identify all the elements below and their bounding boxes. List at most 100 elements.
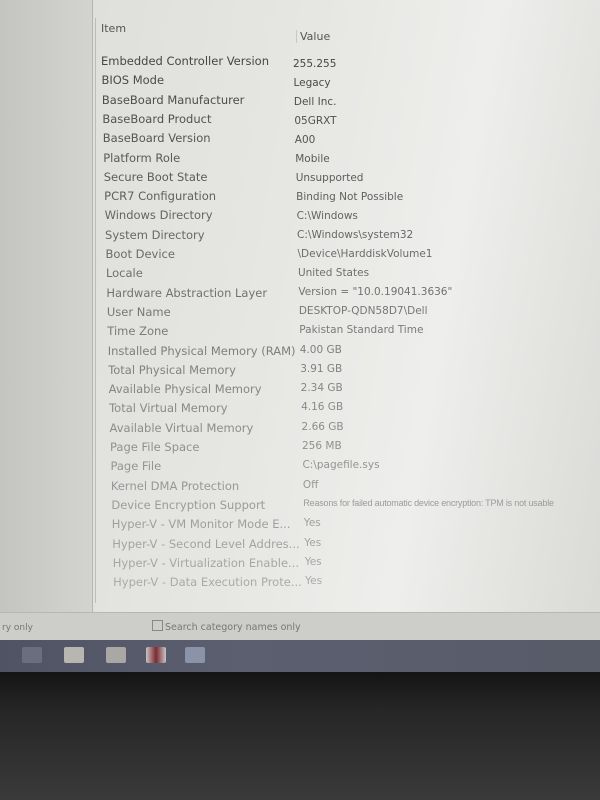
row-value: 05GRXT (294, 114, 337, 127)
table-row[interactable]: BaseBoard Version A00 (103, 131, 581, 149)
row-value: Yes (304, 555, 322, 568)
row-item: Hyper-V - VM Monitor Mode E... (111, 517, 291, 532)
row-item: Page File (110, 459, 162, 474)
table-row[interactable]: Kernel DMA Protection Off (111, 479, 589, 497)
row-item: BaseBoard Manufacturer (101, 92, 245, 107)
table-row[interactable]: BaseBoard Manufacturer Dell Inc. (102, 93, 580, 111)
table-row[interactable]: Hyper-V - Virtualization Enable... Yes (113, 556, 591, 574)
taskbar (0, 640, 600, 672)
row-value: Off (302, 478, 319, 491)
row-value: C:\Windows (296, 209, 358, 222)
row-value: Mobile (295, 153, 330, 165)
row-value: Dell Inc. (293, 95, 337, 108)
system-information-icon[interactable] (185, 647, 205, 663)
row-item: Time Zone (107, 324, 169, 339)
row-item: System Directory (105, 227, 205, 242)
row-value: United States (297, 266, 370, 279)
row-item: BaseBoard Version (102, 131, 211, 146)
details-list[interactable]: Item Value Embedded Controller Version 25… (95, 18, 600, 603)
column-header-item[interactable]: Item (101, 22, 126, 35)
row-item: Platform Role (103, 150, 181, 165)
row-item: Hyper-V - Second Level Addres... (112, 536, 300, 551)
row-item: Hyper-V - Data Execution Prote... (113, 575, 302, 590)
table-row[interactable]: Platform Role Mobile (103, 151, 581, 169)
row-item: Kernel DMA Protection (110, 478, 240, 493)
row-value: DESKTOP-QDN58D7\Dell (298, 304, 428, 317)
row-value: Reasons for failed automatic device encr… (303, 497, 554, 508)
row-value: Yes (304, 536, 322, 549)
column-header-value[interactable]: Value (296, 30, 330, 43)
search-icon[interactable] (22, 647, 42, 663)
row-item: Boot Device (105, 247, 175, 261)
search-category-names-checkbox[interactable]: Search category names only (152, 620, 301, 633)
table-row[interactable]: PCR7 Configuration Binding Not Possible (104, 189, 582, 207)
table-row[interactable]: Available Physical Memory 2.34 GB (109, 382, 587, 400)
laptop-bezel (0, 672, 600, 800)
table-row[interactable]: BIOS Mode Legacy (101, 73, 579, 91)
table-row[interactable]: Device Encryption Support Reasons for fai… (111, 498, 589, 516)
row-value: 3.91 GB (300, 362, 343, 375)
table-row[interactable]: Available Virtual Memory 2.66 GB (110, 421, 588, 439)
table-row[interactable]: Hyper-V - VM Monitor Mode E... Yes (112, 517, 590, 535)
row-value: 256 MB (302, 440, 342, 452)
photos-icon[interactable] (146, 647, 166, 663)
row-value: C:\Windows\system32 (297, 228, 414, 241)
table-row[interactable]: Total Virtual Memory 4.16 GB (109, 401, 587, 419)
row-item: Embedded Controller Version (101, 54, 269, 68)
row-item: Hardware Abstraction Layer (106, 285, 268, 300)
category-tree-pane[interactable] (0, 0, 93, 612)
row-item: BaseBoard Product (102, 111, 212, 126)
table-row[interactable]: Installed Physical Memory (RAM) 4.00 GB (108, 344, 586, 362)
row-item: Total Virtual Memory (109, 401, 228, 416)
search-selected-category-label: ry only (2, 623, 33, 633)
table-row[interactable]: Hardware Abstraction Layer Version = "10.… (106, 286, 584, 304)
row-item: Hyper-V - Virtualization Enable... (112, 555, 299, 570)
row-value: Yes (303, 517, 321, 530)
row-value: Yes (305, 575, 323, 588)
find-bar: ry only Search category names only (0, 612, 600, 641)
table-row[interactable]: Windows Directory C:\Windows (105, 208, 583, 226)
row-value: 2.34 GB (300, 382, 343, 395)
table-row[interactable]: Locale United States (106, 266, 584, 284)
table-row[interactable]: System Directory C:\Windows\system32 (105, 228, 583, 246)
row-item: Available Virtual Memory (109, 420, 254, 435)
table-row[interactable]: Secure Boot State Unsupported (104, 170, 582, 188)
system-information-window: Item Value Embedded Controller Version 25… (0, 0, 600, 641)
table-row[interactable]: Page File C:\pagefile.sys (110, 459, 588, 477)
row-value: Pakistan Standard Time (299, 324, 424, 337)
row-item: Locale (105, 266, 143, 281)
file-explorer-icon[interactable] (64, 647, 84, 663)
checkbox-icon[interactable] (152, 620, 163, 631)
row-value: 4.16 GB (301, 401, 344, 414)
row-value: Version = "10.0.19041.3636" (298, 285, 453, 298)
row-value: C:\pagefile.sys (302, 459, 380, 472)
table-row[interactable]: Boot Device \Device\HarddiskVolume1 (106, 247, 584, 265)
table-row[interactable]: User Name DESKTOP-QDN58D7\Dell (107, 305, 585, 323)
row-value: Legacy (293, 76, 331, 89)
mail-icon[interactable] (106, 647, 126, 663)
row-item: PCR7 Configuration (104, 189, 217, 204)
search-category-label: Search category names only (165, 622, 301, 633)
row-item: BIOS Mode (101, 73, 165, 88)
row-item: Device Encryption Support (111, 497, 266, 512)
row-item: Page File Space (110, 440, 200, 454)
table-row[interactable]: Total Physical Memory 3.91 GB (108, 363, 586, 381)
row-value: A00 (294, 133, 316, 146)
table-row[interactable]: BaseBoard Product 05GRXT (102, 112, 580, 130)
table-row[interactable]: Time Zone Pakistan Standard Time (107, 324, 585, 342)
row-value: 255.255 (293, 58, 337, 70)
row-value: Unsupported (295, 171, 364, 184)
row-item: Windows Directory (104, 208, 213, 223)
table-row[interactable]: Page File Space 256 MB (110, 440, 588, 458)
row-item: Installed Physical Memory (RAM) (107, 343, 296, 358)
row-item: Available Physical Memory (108, 382, 262, 397)
table-row[interactable]: Hyper-V - Data Execution Prote... Yes (113, 575, 591, 593)
row-value: Binding Not Possible (296, 190, 404, 203)
row-item: Total Physical Memory (108, 362, 236, 377)
row-item: Secure Boot State (103, 169, 208, 184)
table-row[interactable]: Embedded Controller Version 255.255 (101, 54, 579, 72)
row-value: 4.00 GB (299, 343, 342, 356)
row-item: User Name (106, 304, 171, 319)
row-value: 2.66 GB (301, 420, 344, 433)
table-row[interactable]: Hyper-V - Second Level Addres... Yes (112, 537, 590, 555)
